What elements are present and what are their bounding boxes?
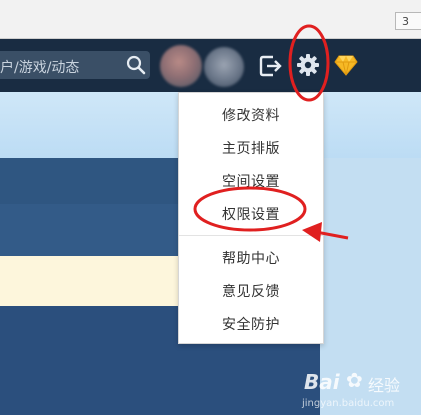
browser-chrome: 3: [0, 0, 421, 39]
menu-item-edit-profile[interactable]: 修改资料: [179, 105, 323, 125]
menu-item-feedback[interactable]: 意见反馈: [179, 281, 323, 301]
search-icon[interactable]: [126, 55, 146, 75]
menu-item-permission-settings[interactable]: 权限设置: [179, 204, 323, 224]
top-navbar: 户/游戏/动态: [0, 39, 421, 92]
settings-dropdown: 修改资料 主页排版 空间设置 权限设置 帮助中心 意见反馈 安全防护: [178, 92, 324, 344]
menu-item-homepage-layout[interactable]: 主页排版: [179, 138, 323, 158]
search-placeholder: 户/游戏/动态: [0, 60, 80, 76]
menu-item-security[interactable]: 安全防护: [179, 314, 323, 334]
side-background: [320, 158, 421, 415]
menu-divider: [179, 235, 323, 236]
avatar[interactable]: [160, 45, 202, 87]
avatar[interactable]: [204, 47, 244, 87]
gear-icon[interactable]: [295, 52, 321, 78]
search-box[interactable]: 户/游戏/动态: [0, 51, 150, 79]
menu-item-help-center[interactable]: 帮助中心: [179, 248, 323, 268]
tab-count-badge[interactable]: 3: [395, 12, 421, 30]
menu-item-space-settings[interactable]: 空间设置: [179, 171, 323, 191]
logout-icon[interactable]: [258, 53, 284, 79]
diamond-icon[interactable]: [334, 54, 358, 76]
